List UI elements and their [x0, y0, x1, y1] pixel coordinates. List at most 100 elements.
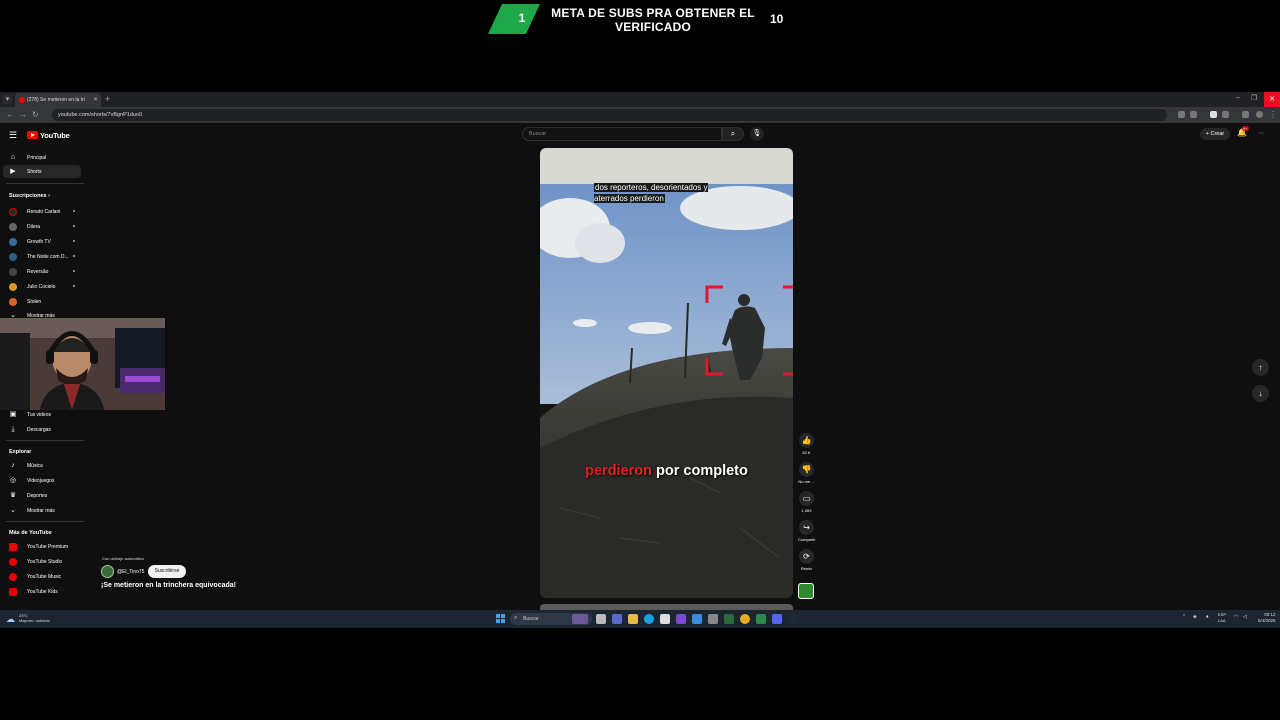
channel-avatar — [9, 268, 17, 276]
new-content-dot — [73, 240, 75, 242]
tab-search-dropdown[interactable]: ▾ — [3, 95, 12, 104]
app-icon[interactable] — [724, 614, 734, 624]
create-button[interactable]: + Crear — [1200, 128, 1230, 140]
windows-taskbar: ☁ 23°C Mayorm. nublado ⌕ Buscar ⌃ ◈ ♦ ES… — [0, 610, 1280, 628]
short-video-player[interactable] — [540, 148, 793, 598]
dislike-button[interactable]: 👎 No me ... — [798, 462, 815, 484]
window-close-icon[interactable]: ✕ — [1264, 92, 1280, 107]
sidebar-item-music-app[interactable]: YouTube Music — [3, 570, 81, 583]
menu-icon[interactable]: ☰ — [9, 130, 17, 141]
profile-icon[interactable] — [1242, 111, 1249, 118]
tab-title: (278) Se metieron en la tri — [27, 97, 85, 103]
trophy-icon: ♛ — [9, 492, 17, 499]
subscription-item[interactable]: Dilera — [3, 220, 81, 233]
language-indicator[interactable]: ESP LAA — [1218, 612, 1226, 624]
browser-tab[interactable]: (278) Se metieron en la tri ✕ — [15, 93, 101, 107]
minimize-icon[interactable]: – — [1231, 94, 1245, 101]
sidebar-item-kids[interactable]: YouTube Kids — [3, 585, 81, 598]
channel-avatar — [9, 208, 17, 216]
app-icon[interactable] — [756, 614, 766, 624]
browser-menu-icon[interactable]: ⋮ — [1269, 110, 1277, 119]
discord-icon[interactable] — [772, 614, 782, 624]
app-icon[interactable] — [692, 614, 702, 624]
new-content-dot — [73, 285, 75, 287]
subscription-item[interactable]: Stolen — [3, 295, 81, 308]
subscription-item[interactable]: Growth TV — [3, 235, 81, 248]
youtube-studio-icon — [9, 558, 17, 566]
previous-short-button[interactable]: ↑ — [1252, 359, 1269, 376]
cast-icon[interactable] — [1178, 111, 1185, 118]
subscribe-button[interactable]: Suscribirse — [148, 565, 186, 578]
explore-header: Explorar — [9, 449, 32, 455]
chevron-down-icon: ⌄ — [10, 507, 16, 514]
chrome-icon[interactable] — [740, 614, 750, 624]
channel-name[interactable]: @El_Tino75 — [117, 569, 144, 575]
music-icon: ♪ — [11, 462, 15, 469]
comments-button[interactable]: ▭ 1,069 — [798, 491, 815, 513]
url-field[interactable]: youtube.com/shorts/7vBgnP1duo0 — [52, 109, 1167, 121]
settings-icon[interactable] — [708, 614, 718, 624]
bookmark-icon[interactable] — [1190, 111, 1197, 118]
microphone-icon[interactable]: 🎙 — [750, 127, 764, 141]
sidebar-divider — [6, 521, 84, 522]
store-icon[interactable] — [660, 614, 670, 624]
sidebar-item-downloads[interactable]: ⤓ Descargas — [3, 423, 81, 436]
channel-avatar[interactable] — [101, 565, 114, 578]
extensions-menu-icon[interactable] — [1222, 111, 1229, 118]
edge-icon[interactable] — [644, 614, 654, 624]
subscription-item[interactable]: The Noite com D... — [3, 250, 81, 263]
sidebar-item-shorts[interactable]: ▶ Shorts — [3, 165, 81, 178]
remix-button[interactable]: ⟳ Remix — [798, 549, 815, 571]
sidebar-item-premium[interactable]: YouTube Premium — [3, 540, 81, 553]
sidebar-item-studio[interactable]: YouTube Studio — [3, 555, 81, 568]
task-view-icon[interactable] — [596, 614, 606, 624]
subscription-item[interactable]: Reversão — [3, 265, 81, 278]
subscriptions-header[interactable]: Suscripciones › — [9, 193, 50, 199]
sidebar-item-principal[interactable]: ⌂ Principal — [3, 151, 81, 164]
like-button[interactable]: 👍 82 K — [798, 433, 815, 455]
sidebar-item-sports[interactable]: ♛ Deportes — [3, 489, 81, 502]
tray-chevron-icon[interactable]: ⌃ — [1182, 614, 1186, 620]
restore-icon[interactable]: ❐ — [1247, 94, 1261, 102]
back-icon[interactable]: ← — [6, 110, 14, 119]
short-title[interactable]: ¡Se metieron en la trinchera equivocada! — [101, 582, 236, 589]
channel-avatar — [9, 283, 17, 291]
weather-icon[interactable]: ☁ — [6, 614, 15, 625]
sidebar-item-gaming[interactable]: ◎ Videojuegos — [3, 474, 81, 487]
tray-app-icon[interactable]: ◈ — [1193, 614, 1197, 620]
subscription-item[interactable]: Renato Carlani — [3, 205, 81, 218]
app-icon[interactable] — [676, 614, 686, 624]
teams-icon[interactable] — [612, 614, 622, 624]
more-options-icon[interactable]: ⋯ — [1258, 130, 1268, 138]
sidebar-divider — [6, 440, 84, 441]
new-tab-icon[interactable]: + — [105, 94, 110, 104]
volume-icon[interactable]: ◁ — [1243, 614, 1247, 620]
webcam-overlay — [0, 318, 165, 410]
reload-icon[interactable]: ↻ — [32, 110, 39, 119]
sound-avatar[interactable] — [798, 583, 814, 599]
file-explorer-icon[interactable] — [628, 614, 638, 624]
channel-avatar — [9, 298, 17, 306]
steam-icon[interactable] — [788, 614, 798, 624]
weather-widget[interactable]: 23°C Mayorm. nublado — [19, 613, 50, 623]
forward-icon[interactable]: → — [19, 110, 27, 119]
share-button[interactable]: ↪ Compartir — [798, 520, 816, 542]
windows-start-icon[interactable] — [496, 614, 505, 623]
clock[interactable]: 00:12 6/4/2026 — [1258, 612, 1276, 624]
subscription-item[interactable]: Julio Cocielo — [3, 280, 81, 293]
youtube-music-icon — [9, 573, 17, 581]
download-icon: ⤓ — [11, 426, 15, 433]
account-avatar-icon[interactable] — [1256, 111, 1263, 118]
wifi-icon[interactable]: ◠ — [1234, 614, 1238, 620]
youtube-logo[interactable]: YouTube — [27, 130, 70, 140]
tab-close-icon[interactable]: ✕ — [93, 96, 98, 103]
sidebar-item-show-more[interactable]: ⌄ Mostrar más — [3, 504, 81, 517]
search-icon[interactable]: ⌕ — [722, 127, 744, 141]
next-short-button[interactable]: ↓ — [1252, 385, 1269, 402]
tray-app-icon[interactable]: ♦ — [1206, 614, 1209, 620]
search-input[interactable]: Buscar — [522, 127, 722, 141]
channel-avatar — [9, 253, 17, 261]
notifications-badge: 9+ — [1242, 126, 1249, 131]
sidebar-item-music[interactable]: ♪ Música — [3, 459, 81, 472]
extension-icon[interactable] — [1210, 111, 1217, 118]
